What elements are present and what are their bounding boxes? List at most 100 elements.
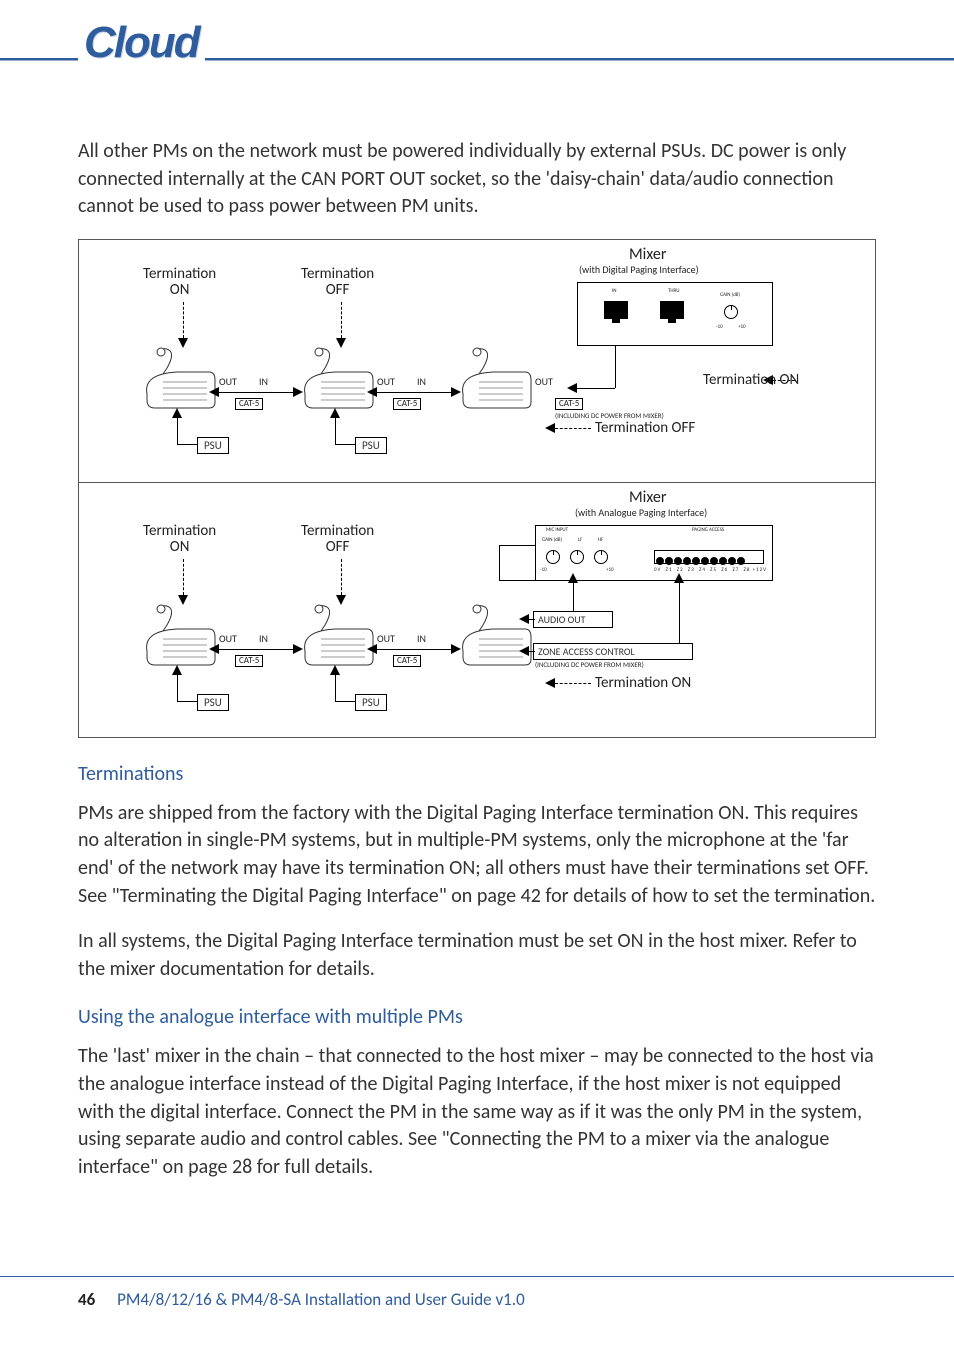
psu-line-2b — [335, 675, 336, 701]
brand-logo: Cloud — [78, 18, 205, 68]
dash-v-2b — [341, 559, 342, 595]
dash-v-1b — [183, 559, 184, 595]
cat5-2: CAT-5 — [393, 398, 421, 410]
psu-h-2b — [335, 701, 355, 702]
hf-lbl: HF — [598, 538, 603, 544]
cat5-1: CAT-5 — [235, 398, 263, 410]
conn-labels: 0V Z1 Z2 Z3 Z4 Z5 Z6 Z7 Z8 +12V — [654, 568, 767, 574]
term-on-right-b: Termination ON — [595, 675, 691, 692]
mixer-subtitle: (with Digital Paging Interface) — [579, 264, 699, 275]
audio-out-box: AUDIO OUT — [533, 611, 613, 628]
link-1-arrow-r — [293, 387, 303, 397]
zone-al — [519, 646, 529, 656]
link-1-arrow-l — [209, 387, 219, 397]
out-2: OUT — [377, 376, 395, 387]
term-on-left-b: Termination ON — [143, 523, 216, 556]
port-in-label: IN — [612, 289, 617, 295]
page-footer: 46 PM4/8/12/16 & PM4/8-SA Installation a… — [0, 1276, 954, 1310]
page-number: 46 — [78, 1289, 95, 1310]
link-1b-ar — [293, 644, 303, 654]
gain-lo: -10 — [716, 325, 723, 331]
heading-analogue: Using the analogue interface with multip… — [78, 1005, 878, 1029]
psu-1: PSU — [197, 437, 229, 454]
rj45-thru-icon — [660, 301, 684, 319]
psu-h-1 — [177, 444, 197, 445]
paging-access-lbl: PAGING ACCESS — [692, 528, 724, 534]
diagram-panel-digital: Mixer (with Digital Paging Interface) IN… — [79, 240, 875, 483]
out-1b: OUT — [219, 633, 237, 644]
dc-note-b: (INCLUDING DC POWER FROM MIXER) — [535, 661, 644, 669]
psu-2b: PSU — [355, 694, 387, 711]
psu-h-2 — [335, 444, 355, 445]
mixer-box: IN THRU GAIN (dB) -10 +10 — [577, 282, 773, 346]
pm-unit-2b — [297, 623, 375, 671]
wiring-diagram: Mixer (with Digital Paging Interface) IN… — [78, 239, 876, 738]
intro-paragraph: All other PMs on the network must be pow… — [78, 138, 878, 221]
scale-hi: +10 — [606, 568, 614, 574]
gain-lbl-b: GAIN (dB) — [542, 538, 562, 544]
knob-gain — [546, 550, 560, 564]
zone-ctrl-box: ZONE ACCESS CONTROL — [533, 643, 693, 660]
psu-arrow-2b — [330, 665, 340, 675]
link-2-arrow-l — [367, 387, 377, 397]
mixer-left-ext — [499, 545, 535, 581]
para-term-2: In all systems, the Digital Paging Inter… — [78, 928, 878, 983]
pm-unit-1b — [139, 623, 217, 671]
para-analogue: The 'last' mixer in the chain – that con… — [78, 1043, 878, 1181]
term-off-right: Termination OFF — [595, 420, 695, 437]
in-1b: IN — [259, 633, 268, 644]
dash-v-1 — [183, 302, 184, 338]
pm-unit-2 — [297, 366, 375, 414]
gain-hi: +10 — [738, 325, 746, 331]
link-2b — [377, 649, 453, 650]
psu-2: PSU — [355, 437, 387, 454]
cat5-3: CAT-5 — [555, 398, 583, 410]
out-2b: OUT — [377, 633, 395, 644]
out-3: OUT — [535, 376, 553, 387]
psu-h-1b — [177, 701, 197, 702]
audio-al — [519, 614, 529, 624]
term-on-right: Termination ON — [703, 372, 799, 389]
diagram-panel-analogue: Mixer (with Analogue Paging Interface) M… — [79, 483, 875, 737]
psu-1b: PSU — [197, 694, 229, 711]
out-1: OUT — [219, 376, 237, 387]
audio-arrow — [568, 573, 578, 583]
audio-v — [573, 581, 574, 611]
term-on-arrow-b — [545, 678, 555, 688]
footer-title: PM4/8/12/16 & PM4/8-SA Installation and … — [117, 1289, 525, 1310]
term-on-line-b — [555, 683, 591, 684]
link-1 — [219, 392, 295, 393]
in-2: IN — [417, 376, 426, 387]
mixer-subtitle-b: (with Analogue Paging Interface) — [575, 507, 707, 518]
link-2 — [377, 392, 453, 393]
term-off-arrow — [545, 423, 555, 433]
link-1b — [219, 649, 295, 650]
term-off-line — [555, 428, 591, 429]
footer-rule — [0, 1276, 954, 1277]
port-thru-label: THRU — [668, 289, 679, 295]
mixer-title: Mixer — [629, 246, 666, 264]
link-2-arrow-r — [451, 387, 461, 397]
heading-terminations: Terminations — [78, 762, 878, 786]
zone-v — [679, 581, 680, 643]
knob-hf — [594, 550, 608, 564]
link-1b-al — [209, 644, 219, 654]
knob-lf — [570, 550, 584, 564]
term-off-mid-b: Termination OFF — [301, 523, 374, 556]
lf-lbl: LF — [578, 538, 582, 544]
dash-v-2 — [341, 302, 342, 338]
mixer-cable-h — [577, 388, 615, 389]
cat5-2b: CAT-5 — [393, 655, 421, 667]
scale-lo: -10 — [540, 568, 547, 574]
term-off-mid: Termination OFF — [301, 266, 374, 299]
mixer-title-b: Mixer — [629, 489, 666, 507]
term-on-left: Termination ON — [143, 266, 216, 299]
rj45-in-icon — [604, 301, 628, 319]
gain-label: GAIN (dB) — [720, 293, 740, 299]
link-2b-al — [367, 644, 377, 654]
psu-arrow-1b — [172, 665, 182, 675]
psu-line-1 — [177, 418, 178, 444]
psu-line-2 — [335, 418, 336, 444]
psu-arrow-1 — [172, 408, 182, 418]
psu-arrow-2 — [330, 408, 340, 418]
